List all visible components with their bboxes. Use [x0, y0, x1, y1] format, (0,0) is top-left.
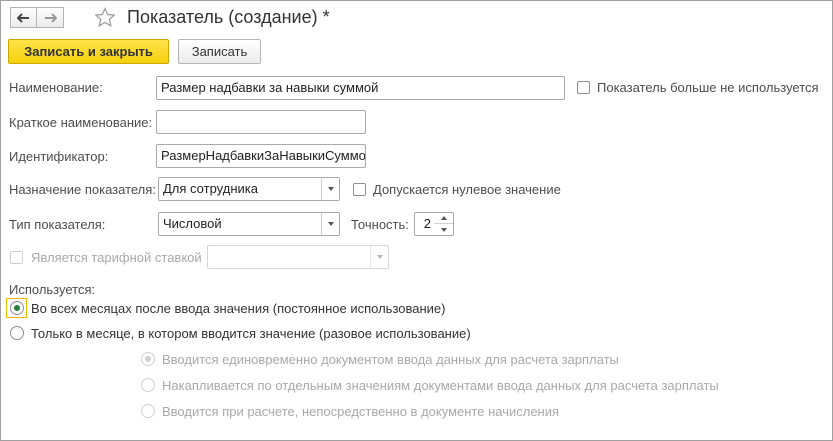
arrow-left-icon [17, 12, 29, 23]
back-button[interactable] [10, 7, 37, 28]
purpose-label: Назначение показателя: [9, 182, 156, 197]
precision-label: Точность: [351, 217, 409, 232]
zero-allowed-checkbox[interactable] [353, 183, 366, 196]
type-select[interactable]: Числовой [158, 212, 340, 236]
sub-option-accumulate-label: Накапливается по отдельным значениям док… [162, 378, 719, 393]
purpose-select[interactable]: Для сотрудника [158, 177, 340, 201]
chevron-down-icon [327, 187, 334, 191]
name-label: Наименование: [9, 80, 103, 95]
identifier-label: Идентификатор: [9, 149, 109, 164]
usage-option-onetime-label[interactable]: Только в месяце, в котором вводится знач… [31, 326, 471, 341]
usage-label: Используется: [9, 282, 96, 297]
type-label: Тип показателя: [9, 217, 106, 232]
type-value: Числовой [163, 216, 222, 231]
not-used-checkbox[interactable] [577, 81, 590, 94]
chevron-down-icon [376, 255, 383, 259]
save-button[interactable]: Записать [178, 39, 261, 64]
chevron-down-icon [440, 227, 447, 232]
tariff-rate-label: Является тарифной ставкой [31, 250, 202, 265]
tariff-dropdown-button[interactable] [370, 246, 388, 268]
short-name-label: Краткое наименование: [9, 115, 153, 130]
zero-allowed-label[interactable]: Допускается нулевое значение [373, 182, 561, 197]
purpose-value: Для сотрудника [163, 181, 258, 196]
not-used-label[interactable]: Показатель больше не используется [597, 80, 819, 95]
usage-option-onetime-radio[interactable] [10, 326, 24, 340]
precision-stepper[interactable] [434, 212, 454, 236]
short-name-input[interactable] [156, 110, 366, 134]
tariff-rate-checkbox[interactable] [10, 251, 23, 264]
chevron-down-icon [327, 222, 334, 226]
sub-option-on-calculation-label: Вводится при расчете, непосредственно в … [162, 404, 560, 419]
sub-option-single-entry-label: Вводится единовременно документом ввода … [162, 352, 619, 367]
usage-option-permanent-radio[interactable] [10, 301, 24, 315]
forward-button[interactable] [37, 7, 64, 28]
arrow-right-icon [44, 12, 57, 23]
stepper-up-button[interactable] [434, 213, 453, 224]
type-dropdown-button[interactable] [321, 213, 339, 235]
purpose-dropdown-button[interactable] [321, 178, 339, 200]
usage-option-permanent-label[interactable]: Во всех месяцах после ввода значения (по… [31, 301, 445, 316]
precision-input[interactable]: 2 [414, 212, 435, 236]
sub-option-accumulate-radio[interactable] [141, 378, 155, 392]
chevron-up-icon [440, 216, 447, 220]
stepper-down-button[interactable] [434, 224, 453, 235]
name-input[interactable]: Размер надбавки за навыки суммой [156, 76, 565, 100]
save-and-close-button[interactable]: Записать и закрыть [8, 39, 169, 64]
sub-option-single-entry-radio[interactable] [141, 352, 155, 366]
identifier-input[interactable]: РазмерНадбавкиЗаНавыкиСуммой [156, 144, 366, 168]
star-favorite-icon[interactable] [94, 7, 116, 28]
tariff-rate-select[interactable] [207, 245, 389, 269]
page-title: Показатель (создание) * [127, 7, 330, 27]
sub-option-on-calculation-radio[interactable] [141, 404, 155, 418]
